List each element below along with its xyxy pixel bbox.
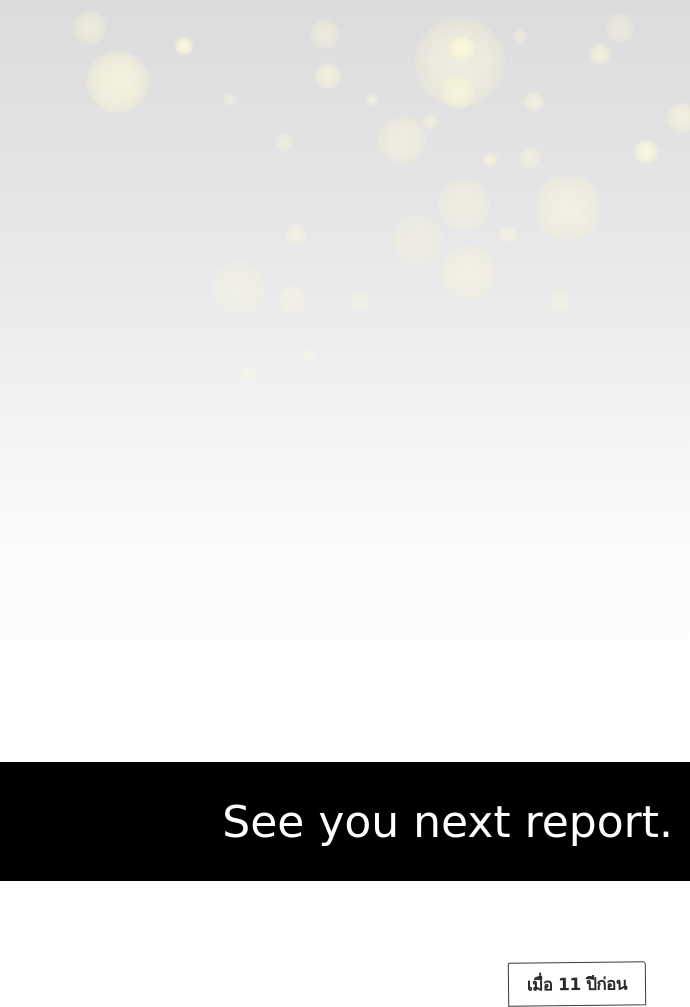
bokeh-background-panel <box>0 0 690 762</box>
bokeh-light-spot <box>519 147 541 169</box>
closing-message: See you next report. <box>222 797 673 848</box>
bokeh-light-spot <box>393 215 443 265</box>
bokeh-light-spot <box>310 19 340 49</box>
bokeh-light-spot <box>450 36 474 60</box>
bokeh-light-spot <box>667 103 690 133</box>
bokeh-light-spot <box>415 17 505 107</box>
bokeh-light-spot <box>482 152 498 168</box>
bokeh-light-spot <box>438 179 490 231</box>
bokeh-light-spot <box>550 290 570 310</box>
bokeh-light-spot <box>441 75 475 109</box>
bokeh-light-spot <box>349 289 371 311</box>
bokeh-light-spot <box>211 261 265 315</box>
bokeh-light-spot <box>286 224 306 244</box>
bokeh-light-spot <box>278 286 306 314</box>
timestamp-caption: เมื่อ 11 ปีก่อน <box>526 974 628 996</box>
closing-banner: See you next report. <box>0 762 690 881</box>
bokeh-light-spot <box>87 51 149 113</box>
bokeh-light-spot <box>605 13 635 43</box>
bokeh-light-spot <box>513 29 527 43</box>
bokeh-light-spot <box>175 37 193 55</box>
bokeh-light-spot <box>315 63 341 89</box>
bokeh-light-spot <box>441 245 495 299</box>
bokeh-light-spot <box>589 43 611 65</box>
bokeh-light-spot <box>499 225 517 243</box>
bokeh-light-spot <box>223 93 237 107</box>
bokeh-light-spot <box>422 114 438 130</box>
bokeh-light-spot <box>366 94 378 106</box>
bokeh-light-spot <box>73 11 107 45</box>
bokeh-light-spot <box>275 133 293 151</box>
bokeh-light-spot <box>535 175 601 241</box>
bokeh-light-spot <box>242 366 258 382</box>
bokeh-light-spot <box>524 92 544 112</box>
bokeh-light-spot <box>634 140 658 164</box>
bokeh-light-spot <box>303 349 317 363</box>
bokeh-light-spot <box>378 116 426 164</box>
